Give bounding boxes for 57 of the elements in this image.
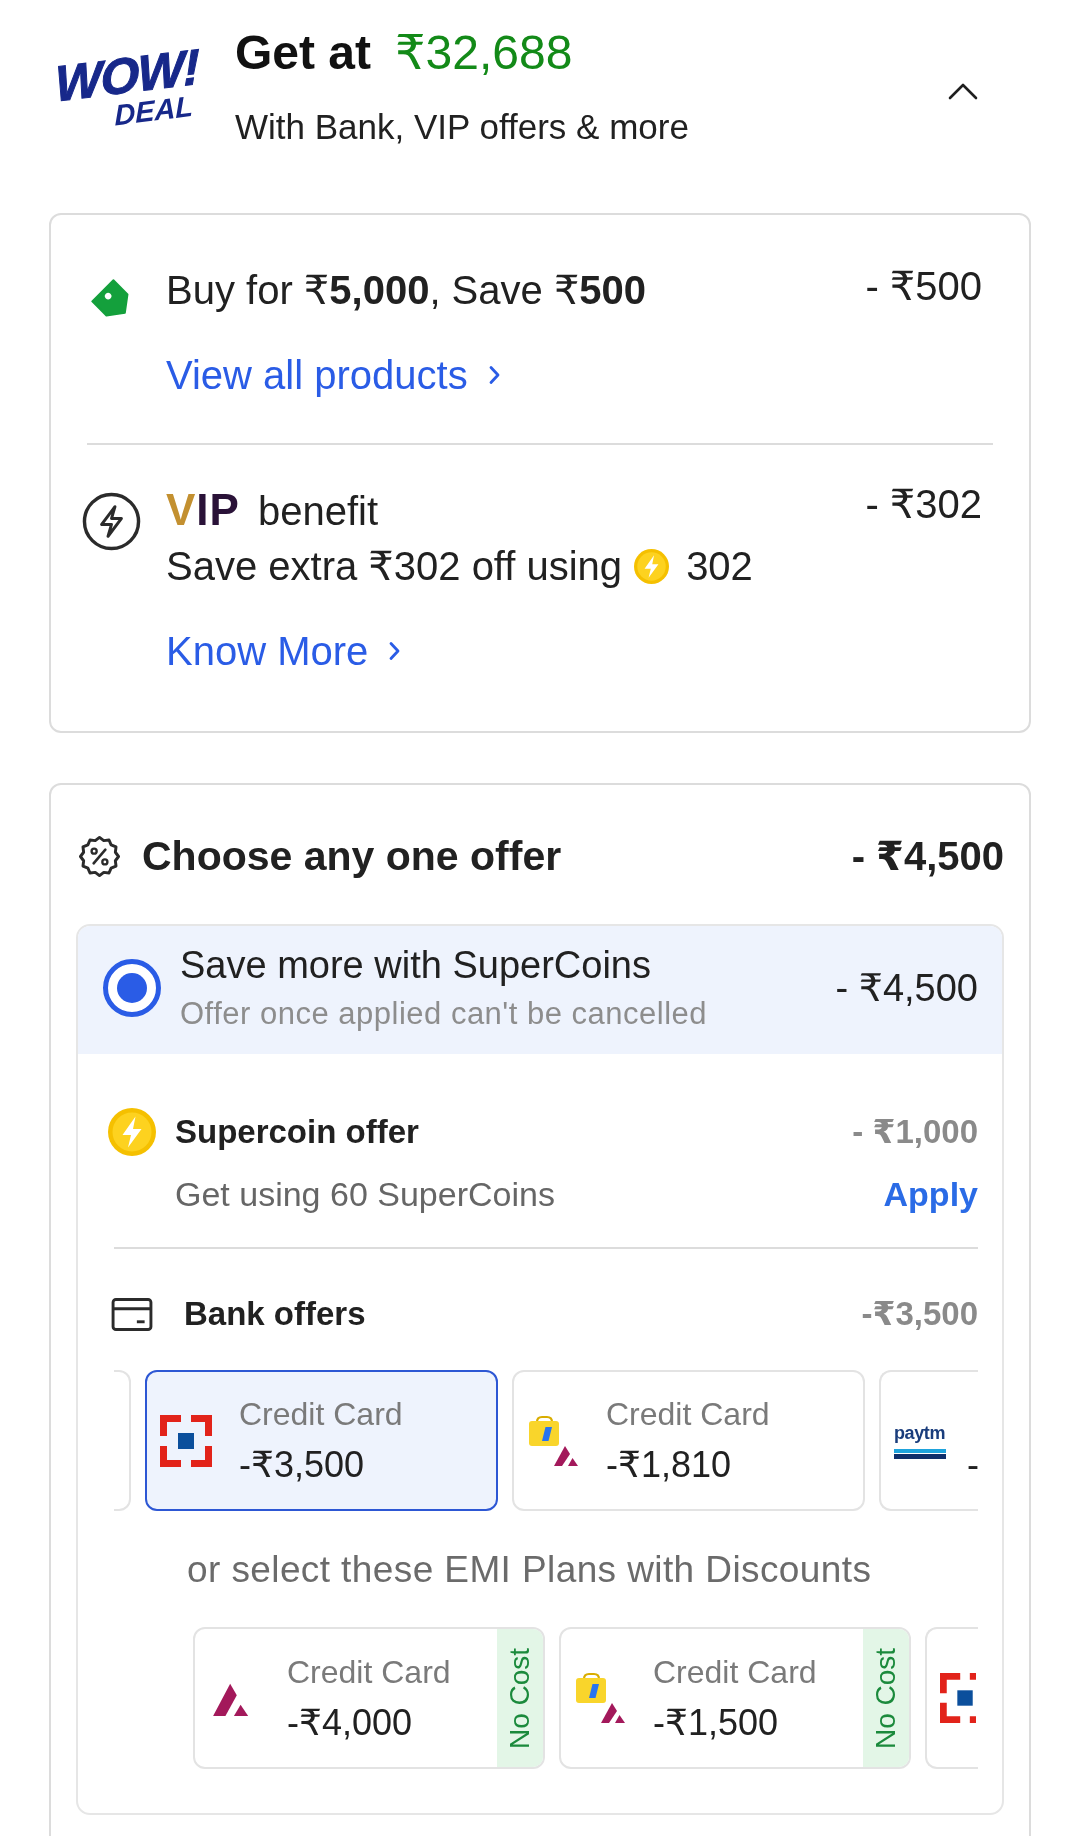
chevron-right-icon	[487, 365, 501, 385]
option-amount: - ₹4,500	[835, 965, 978, 1011]
coin-icon	[634, 548, 670, 584]
emi-offer-card[interactable]: Credit Card -₹1,500 No Cost	[559, 1627, 911, 1769]
supercoin-title: Supercoin offer	[175, 1112, 419, 1152]
supercoin-amount: - ₹1,000	[852, 1112, 978, 1152]
coin-icon	[108, 1108, 156, 1156]
card-type-label: Credit Card	[287, 1652, 451, 1691]
vip-logo: VIP	[166, 486, 240, 534]
supercoin-detail: Get using 60 SuperCoins	[175, 1174, 555, 1215]
no-cost-tag: No Cost	[863, 1629, 909, 1767]
bank-offer-card[interactable]: Credit Card -₹3,500	[145, 1370, 498, 1511]
bank-logo-icon	[527, 1414, 579, 1467]
apply-link[interactable]: Apply	[883, 1174, 978, 1215]
wow-deal-logo: WOW! DEAL	[53, 43, 200, 134]
deal-price: ₹32,688	[395, 25, 573, 81]
coin-count: 302	[686, 543, 753, 590]
deal-title: Get at	[235, 25, 372, 81]
percent-badge-icon	[78, 834, 121, 878]
radio-button[interactable]	[102, 957, 162, 1018]
card-type-label: Credit Card	[239, 1395, 403, 1433]
tag-icon	[91, 279, 129, 317]
bank-offer-card[interactable]: Credit Card -₹1,810	[512, 1370, 865, 1511]
emi-offer-card[interactable]: Credit Card -₹4,000 No Cost	[193, 1627, 545, 1769]
bank-logo-icon	[574, 1672, 626, 1724]
option-title: Save more with SuperCoins	[180, 943, 651, 988]
no-cost-tag: No Cost	[497, 1629, 543, 1767]
card-discount: -₹4,000	[287, 1701, 412, 1744]
card-discount: -	[967, 1444, 978, 1486]
discount-amount: - ₹302	[865, 481, 983, 528]
option-header[interactable]: Save more with SuperCoins Offer once applied can't be cancelled - ₹4,500	[78, 926, 1002, 1054]
bank-offers-amount: -₹3,500	[861, 1294, 978, 1334]
offer-link[interactable]: View all products	[166, 351, 501, 399]
benefit-label: benefit	[257, 488, 379, 535]
discount-amount: - ₹500	[865, 263, 983, 310]
emi-offer-card[interactable]	[925, 1627, 978, 1769]
card-discount: -₹1,810	[606, 1444, 731, 1486]
deal-subtitle: With Bank, VIP offers & more	[235, 106, 689, 148]
card-discount: -₹1,500	[653, 1701, 778, 1744]
bank-offer-card[interactable]: paytm -	[879, 1370, 978, 1511]
bank-logo-icon	[160, 1414, 212, 1467]
card-discount: -₹3,500	[239, 1444, 364, 1486]
credit-card-icon	[111, 1297, 153, 1331]
bank-offers-title: Bank offers	[184, 1294, 366, 1334]
bank-logo-icon	[940, 1673, 976, 1723]
offer-text: Buy for ₹5,000, Save ₹500	[166, 267, 647, 314]
card-type-label: Credit Card	[653, 1652, 817, 1691]
option-note: Offer once applied can't be cancelled	[180, 995, 708, 1033]
bank-logo: paytm	[894, 1422, 946, 1459]
emi-heading: or select these EMI Plans with Discounts	[187, 1548, 872, 1592]
card-type-label: Credit Card	[606, 1395, 770, 1433]
offer-link[interactable]: Know More	[166, 627, 402, 675]
total-discount: - ₹4,500	[851, 833, 1004, 880]
vip-offer-text: Save extra ₹302 off using	[166, 543, 623, 590]
lightning-circle-icon	[82, 492, 141, 551]
section-title: Choose any one offer	[142, 832, 562, 881]
chevron-right-icon	[388, 641, 402, 661]
